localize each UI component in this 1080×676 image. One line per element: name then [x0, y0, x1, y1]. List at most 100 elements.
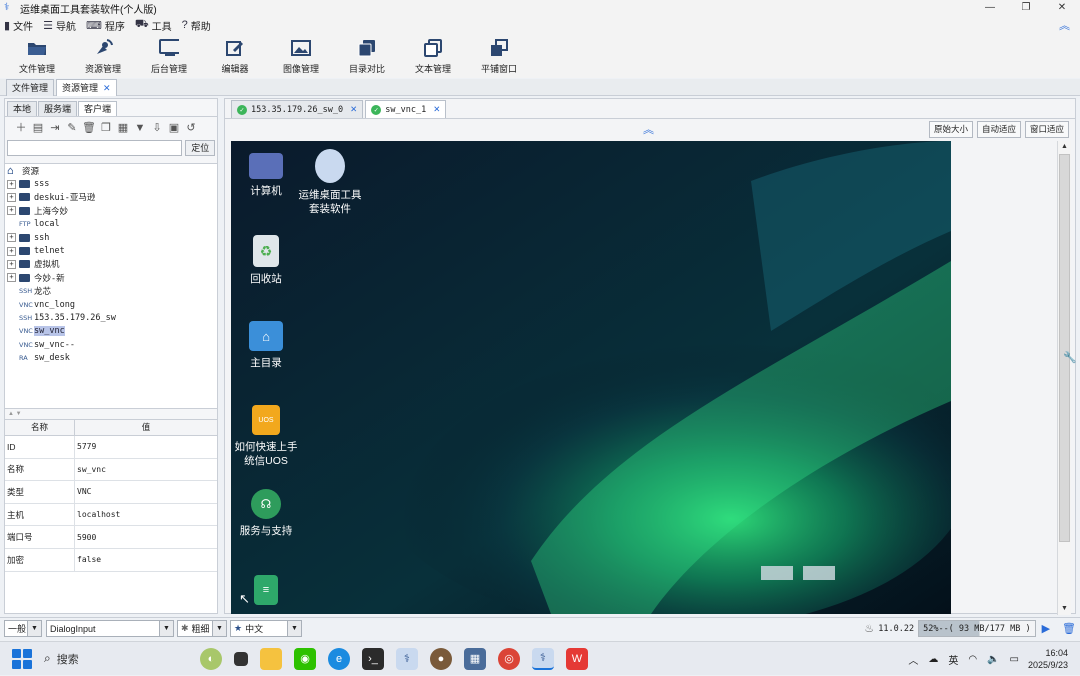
tree-item[interactable]: SSH 龙芯 — [5, 285, 217, 298]
pencil-icon[interactable]: ✎ — [64, 120, 80, 136]
vertical-scrollbar[interactable]: ▲ ▼ — [1057, 141, 1071, 615]
expand-icon[interactable]: + — [7, 233, 16, 243]
tree-root[interactable]: ⌂ 资源 — [5, 164, 217, 177]
wrench-icon[interactable]: 🔧 — [1063, 351, 1077, 364]
add-icon[interactable]: ＋ — [13, 120, 29, 136]
terminal-icon[interactable]: ›_ — [362, 647, 384, 670]
scroll-thumb[interactable] — [1059, 154, 1070, 542]
collapse-toolbar-icon[interactable]: ︽ — [1059, 17, 1070, 33]
close-tab-icon[interactable]: ✕ — [433, 105, 440, 115]
resource-manager-button[interactable]: 资源管理 — [70, 34, 136, 78]
taskview-icon[interactable] — [234, 651, 248, 666]
network-icon[interactable]: ▦ — [464, 647, 486, 670]
wps-icon[interactable]: W — [566, 647, 588, 670]
menu-help[interactable]: ? 帮助 — [182, 18, 211, 33]
delete-icon[interactable]: 🗑 — [81, 120, 97, 136]
volume-icon[interactable]: 🔈 — [987, 654, 999, 665]
battery-icon[interactable]: ▭ — [1010, 654, 1019, 665]
trash-icon[interactable]: 🗑 — [1062, 622, 1076, 635]
tree-item[interactable]: + 上海今妙 — [5, 204, 217, 217]
desktop-icon-uos-guide[interactable]: UOS 如何快速上手统信UOS — [231, 405, 301, 468]
tree-item[interactable]: RA sw_desk — [5, 351, 217, 364]
desktop-icon-home[interactable]: ⌂ 主目录 — [231, 321, 301, 370]
close-icon[interactable]: ✕ — [1044, 0, 1080, 16]
desktop-icon-app[interactable]: 运维桌面工具套装软件 — [295, 149, 365, 216]
new-folder-icon[interactable]: ▤ — [30, 120, 46, 136]
tree-item[interactable]: VNC sw_vnc-- — [5, 338, 217, 351]
menu-tools[interactable]: ⛟ 工具 — [135, 18, 172, 33]
scroll-down-icon[interactable]: ▼ — [1058, 603, 1071, 615]
tool-icon[interactable]: ⚕ — [396, 647, 418, 670]
image-manager-button[interactable]: 图像管理 — [268, 34, 334, 78]
session-tab[interactable]: ✓ 153.35.179.26_sw_0 ✕ — [231, 100, 364, 118]
menu-file[interactable]: ▮ 文件 — [4, 18, 33, 33]
wechat-icon[interactable]: ◉ — [294, 647, 316, 670]
expand-icon[interactable]: + — [7, 273, 16, 283]
close-tab-icon[interactable]: ✕ — [350, 105, 357, 115]
app-active-icon[interactable]: ⚕ — [532, 647, 554, 670]
chevron-up-icon[interactable]: ︿ — [908, 652, 918, 667]
tree-item[interactable]: SSH 153.35.179.26_sw — [5, 311, 217, 324]
tree-item[interactable]: + deskui-亚马逊 — [5, 191, 217, 204]
menu-nav[interactable]: ☰ 导航 — [43, 18, 76, 33]
editor-button[interactable]: 编辑器 — [202, 34, 268, 78]
explorer-icon[interactable] — [260, 647, 282, 670]
remote-desktop[interactable]: 计算机 运维桌面工具套装软件 ♻ 回收站 ⌂ 主目录 UOS 如何快速上手统信U… — [231, 141, 951, 614]
subtab-local[interactable]: 本地 — [7, 101, 38, 116]
backend-manager-button[interactable]: 后台管理 — [136, 34, 202, 78]
expand-icon[interactable]: + — [7, 179, 16, 189]
export-icon[interactable]: ⇩ — [149, 120, 165, 136]
game-icon[interactable]: ● — [430, 647, 452, 670]
tree-item[interactable]: FTP local — [5, 218, 217, 231]
chevron-up-icon[interactable]: ︽ — [643, 121, 654, 137]
wifi-icon[interactable]: ◠ — [968, 654, 977, 665]
desktop-icon-recycle[interactable]: ♻ 回收站 — [231, 235, 301, 286]
locate-button[interactable]: 定位 — [185, 140, 215, 156]
ime-indicator[interactable]: 英 — [948, 652, 958, 667]
scroll-up-icon[interactable]: ▲ — [1058, 141, 1071, 153]
subtab-client[interactable]: 客户端 — [78, 101, 118, 116]
close-tab-icon[interactable]: ✕ — [103, 83, 111, 93]
maximize-icon[interactable]: ❐ — [1008, 0, 1044, 16]
tile-windows-button[interactable]: 平铺窗口 — [466, 34, 532, 78]
session-tab-active[interactable]: ✓ sw_vnc_1 ✕ — [365, 100, 447, 118]
language-select[interactable]: ★ 中文 ▼ — [230, 620, 302, 637]
move-icon[interactable]: ▼ — [132, 120, 148, 136]
auto-fit-button[interactable]: 自动适应 — [976, 121, 1021, 138]
desktop-icon-support[interactable]: ☊ 服务与支持 — [231, 489, 301, 538]
subtab-server[interactable]: 服务端 — [38, 101, 78, 116]
import-icon[interactable]: ⇥ — [47, 120, 63, 136]
tree-item[interactable]: + 虚拟机 — [5, 258, 217, 271]
tree-item[interactable]: + sss — [5, 177, 217, 190]
edge-icon[interactable]: e — [328, 647, 350, 670]
menu-program[interactable]: ⌨ 程序 — [86, 18, 125, 33]
paste-icon[interactable]: ▦ — [115, 120, 131, 136]
minimize-icon[interactable]: — — [972, 0, 1008, 16]
text-manager-button[interactable]: 文本管理 — [400, 34, 466, 78]
tree-item[interactable]: + 今妙-新 — [5, 271, 217, 284]
tab-file-manager[interactable]: 文件管理 — [6, 79, 55, 96]
weight-select[interactable]: ✱ 粗细 ▼ — [177, 620, 227, 637]
chrome-icon[interactable]: ◎ — [498, 647, 520, 670]
original-size-button[interactable]: 原始大小 — [928, 121, 973, 138]
tab-resource-manager[interactable]: 资源管理 ✕ — [56, 79, 117, 96]
panel-splitter[interactable]: ▲ ▼ — [5, 410, 217, 418]
window-fit-button[interactable]: 窗口适应 — [1024, 121, 1069, 138]
duplicate-icon[interactable]: ❐ — [98, 120, 114, 136]
tree-item[interactable]: + telnet — [5, 244, 217, 257]
cloud-icon[interactable]: ☁ — [928, 654, 938, 665]
expand-icon[interactable]: + — [7, 246, 16, 256]
font-select[interactable]: DialogInput ▼ — [46, 620, 174, 637]
tree-item[interactable]: VNC vnc_long — [5, 298, 217, 311]
clock[interactable]: 16:04 2025/9/23 — [1028, 647, 1068, 671]
locate-input[interactable] — [7, 140, 183, 156]
expand-icon[interactable]: + — [7, 206, 16, 216]
save-icon[interactable]: ▣ — [166, 120, 182, 136]
windows-start-icon[interactable] — [12, 648, 32, 669]
expand-icon[interactable]: + — [7, 259, 16, 269]
taskbar-search[interactable]: ⌕ 搜索 — [44, 647, 194, 671]
refresh-icon[interactable]: ↺ — [183, 120, 199, 136]
mode-select[interactable]: 一般 ▼ — [4, 620, 42, 637]
play-icon[interactable]: ▶ — [1042, 622, 1050, 635]
tree-item-selected[interactable]: VNC sw_vnc — [5, 325, 217, 338]
